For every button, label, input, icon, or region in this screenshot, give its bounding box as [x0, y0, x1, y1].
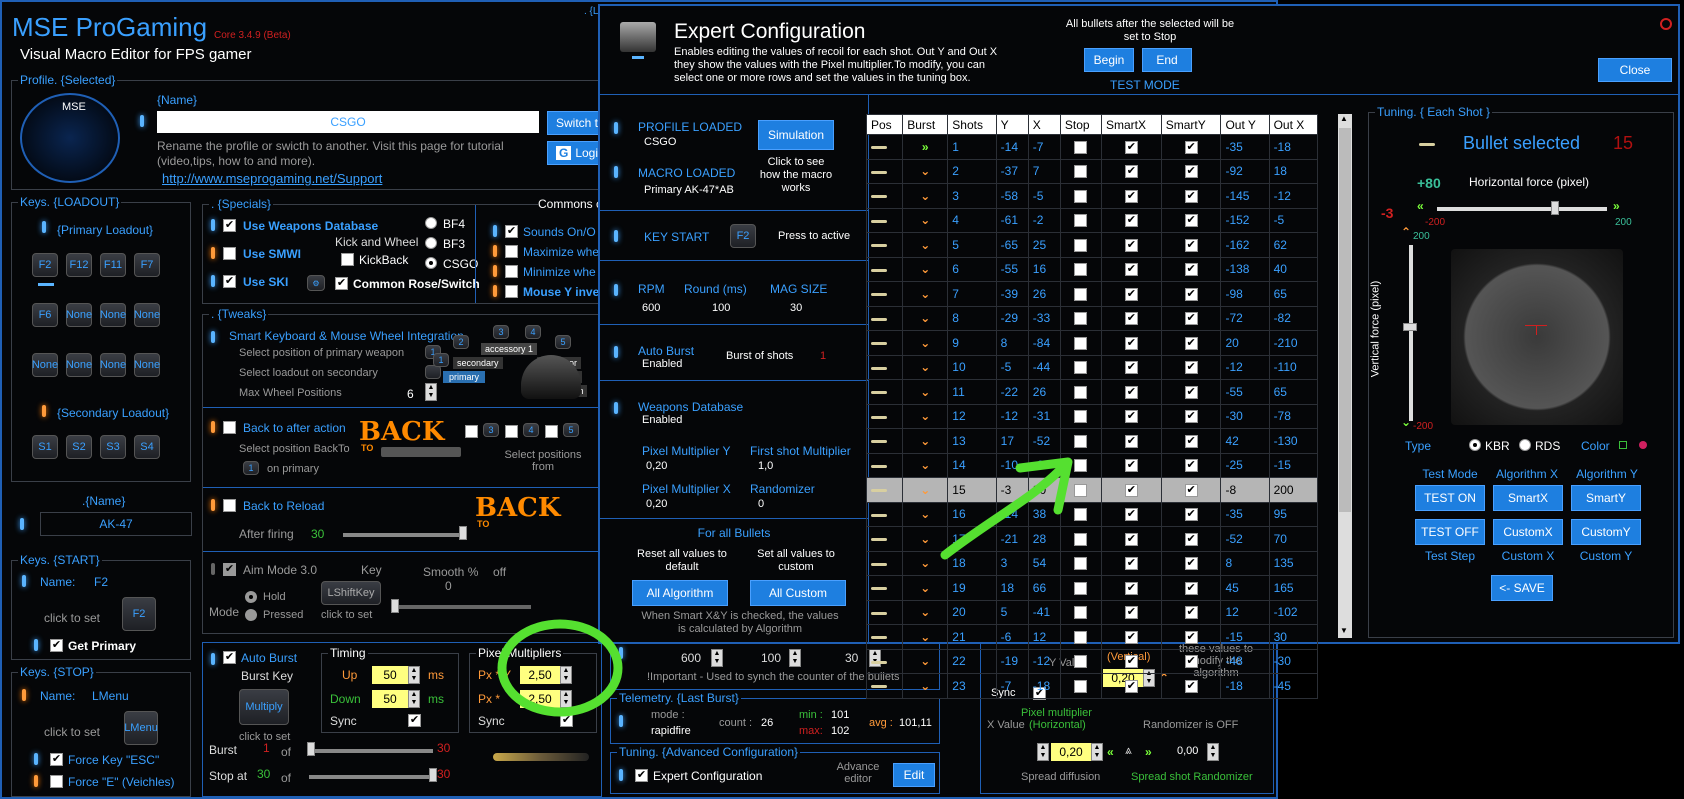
app-root: MSE ProGaming Core 3.4.9 (Beta) Visual M…: [0, 0, 1684, 799]
annotation-overlay: [497, 457, 1073, 717]
annotation-circle: [497, 619, 623, 717]
annotation-arrow: [940, 465, 1065, 560]
